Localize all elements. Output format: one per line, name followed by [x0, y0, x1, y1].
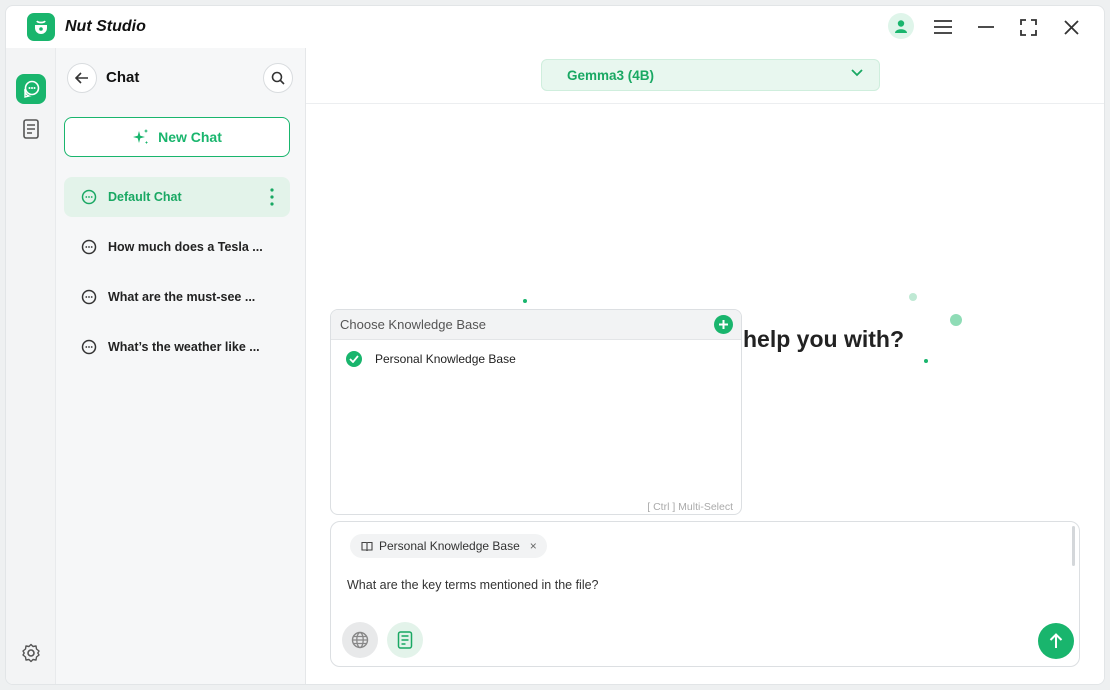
arrow-up-icon — [1049, 633, 1063, 648]
minimize-icon[interactable] — [973, 14, 999, 40]
chat-list: Default Chat How much does a Tesla ... W… — [64, 177, 290, 377]
globe-icon — [351, 631, 369, 649]
decor-dot — [523, 299, 527, 303]
nav-rail — [6, 48, 56, 684]
chat-bubble-icon — [81, 189, 97, 205]
app-window: Nut Studio Chat New Chat Default Chat Ho… — [5, 5, 1105, 685]
remove-chip-button[interactable]: × — [530, 539, 537, 553]
multi-select-hint: [ Ctrl ] Multi-Select — [647, 501, 733, 513]
add-knowledge-base-button[interactable] — [714, 315, 733, 334]
maximize-icon[interactable] — [1015, 14, 1041, 40]
knowledge-base-icon — [397, 631, 413, 649]
knowledge-base-popup: Choose Knowledge Base Personal Knowledge… — [330, 309, 742, 515]
book-icon — [361, 541, 373, 551]
search-button[interactable] — [263, 63, 293, 93]
plus-icon — [719, 320, 728, 329]
kb-option-personal[interactable]: Personal Knowledge Base — [331, 340, 741, 378]
sidebar-header: Chat — [56, 48, 306, 104]
chat-item-label: How much does a Tesla ... — [108, 240, 263, 254]
decor-dot — [950, 314, 962, 326]
chat-item-label: What are the must-see ... — [108, 290, 256, 304]
back-button[interactable] — [67, 63, 97, 93]
kb-popup-header: Choose Knowledge Base — [331, 310, 741, 340]
close-icon[interactable] — [1058, 14, 1084, 40]
knowledge-base-button[interactable] — [387, 622, 423, 658]
decor-dot — [924, 359, 928, 363]
main-panel: Gemma3 (4B) help you with? Choose Knowle… — [306, 48, 1104, 684]
chat-icon[interactable] — [16, 74, 46, 104]
chat-bubble-icon — [81, 289, 97, 305]
app-logo-icon — [27, 13, 55, 41]
message-composer[interactable]: Personal Knowledge Base × What are the k… — [330, 521, 1080, 667]
chat-bubble-icon — [81, 239, 97, 255]
new-chat-button[interactable]: New Chat — [64, 117, 290, 157]
scrollbar[interactable] — [1072, 526, 1075, 566]
chat-item-label: Default Chat — [108, 190, 182, 204]
message-input[interactable]: What are the key terms mentioned in the … — [347, 578, 599, 592]
chevron-down-icon — [851, 69, 863, 77]
kb-popup-title: Choose Knowledge Base — [340, 317, 486, 332]
welcome-heading: help you with? — [743, 326, 904, 352]
search-icon — [271, 71, 285, 85]
check-circle-icon — [346, 351, 362, 367]
chat-item-default[interactable]: Default Chat — [64, 177, 290, 217]
main-header: Gemma3 (4B) — [306, 48, 1104, 104]
arrow-left-icon — [75, 72, 88, 84]
kb-chip: Personal Knowledge Base × — [350, 534, 547, 558]
web-search-button[interactable] — [342, 622, 378, 658]
more-options-icon[interactable] — [270, 188, 274, 206]
settings-icon[interactable] — [16, 638, 46, 668]
kb-option-label: Personal Knowledge Base — [375, 352, 516, 366]
chat-item-tesla[interactable]: How much does a Tesla ... — [64, 227, 290, 267]
title-bar: Nut Studio — [6, 6, 1104, 48]
knowledge-base-icon[interactable] — [16, 114, 46, 144]
menu-icon[interactable] — [930, 14, 956, 40]
app-title: Nut Studio — [65, 18, 146, 35]
chat-bubble-icon — [81, 339, 97, 355]
kb-chip-label: Personal Knowledge Base — [379, 539, 520, 553]
chat-item-weather[interactable]: What’s the weather like ... — [64, 327, 290, 367]
user-icon[interactable] — [888, 13, 914, 39]
send-button[interactable] — [1038, 623, 1074, 659]
decor-dot — [909, 293, 917, 301]
sidebar-title: Chat — [106, 69, 140, 86]
new-chat-label: New Chat — [158, 129, 222, 145]
model-selector[interactable]: Gemma3 (4B) — [541, 59, 880, 91]
sparkle-icon — [133, 129, 149, 144]
chat-sidebar: Chat New Chat Default Chat How much does… — [56, 48, 306, 684]
chat-item-label: What’s the weather like ... — [108, 340, 260, 354]
chat-item-must-see[interactable]: What are the must-see ... — [64, 277, 290, 317]
model-name: Gemma3 (4B) — [567, 67, 655, 83]
